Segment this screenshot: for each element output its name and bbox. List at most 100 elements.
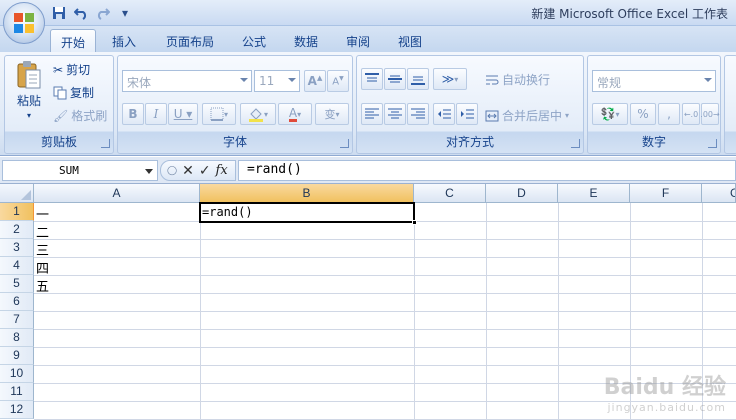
office-button[interactable]: [3, 2, 45, 44]
name-box[interactable]: SUM: [2, 160, 158, 181]
percent-style-button[interactable]: %: [630, 103, 656, 125]
row-header-6[interactable]: 6: [0, 293, 34, 311]
wrap-text-button[interactable]: 自动换行: [485, 71, 550, 88]
grow-font-button[interactable]: A▲: [304, 70, 326, 92]
grid-line: [34, 365, 736, 366]
font-group: 宋体 11 A▲ A▼ B I U ▾ ▾ ▾ A ▾ 变 ▾ 字体: [117, 55, 353, 154]
active-cell-border[interactable]: [199, 202, 417, 225]
tab-view[interactable]: 视图: [388, 29, 432, 52]
column-header-c[interactable]: C: [414, 184, 486, 203]
comma-style-button[interactable]: ,: [658, 103, 680, 125]
increase-decimal-button[interactable]: ←.0: [682, 103, 700, 125]
wrap-text-icon: [486, 75, 499, 84]
grid-line: [34, 329, 736, 330]
align-bottom-icon: [411, 76, 425, 85]
column-header-g[interactable]: G: [702, 184, 736, 203]
font-launcher-icon[interactable]: [340, 139, 349, 148]
tab-insert[interactable]: 插入: [102, 29, 146, 52]
phonetic-button[interactable]: 变 ▾: [315, 103, 349, 125]
column-header-d[interactable]: D: [486, 184, 558, 203]
number-format-combo[interactable]: 常规: [592, 70, 716, 92]
row-header-3[interactable]: 3: [0, 239, 34, 257]
tab-data[interactable]: 数据: [284, 29, 328, 52]
clipboard-launcher-icon[interactable]: [101, 139, 110, 148]
tab-formulas[interactable]: 公式: [232, 29, 276, 52]
cell-a5[interactable]: 五: [34, 275, 200, 295]
copy-button[interactable]: 复制: [53, 84, 94, 101]
bold-button[interactable]: B: [122, 103, 144, 125]
customize-qat-icon[interactable]: ▾: [116, 4, 134, 22]
align-center-button[interactable]: [384, 103, 406, 125]
dropdown-handle-icon[interactable]: ◯: [167, 166, 177, 176]
redo-icon[interactable]: [94, 4, 112, 22]
tab-home[interactable]: 开始: [50, 29, 97, 52]
row-header-11[interactable]: 11: [0, 383, 34, 401]
insert-function-icon[interactable]: fx: [216, 163, 228, 178]
tab-page-layout[interactable]: 页面布局: [156, 29, 224, 52]
percent-icon: %: [637, 107, 649, 121]
align-middle-button[interactable]: [384, 68, 406, 90]
column-header-e[interactable]: E: [558, 184, 630, 203]
save-icon[interactable]: [50, 4, 68, 22]
row-header-8[interactable]: 8: [0, 329, 34, 347]
select-all-button[interactable]: [0, 184, 34, 203]
number-launcher-icon[interactable]: [708, 139, 717, 148]
worksheet-grid[interactable]: A B C D E F G 1 2 3 4 5 6 7 8 9 10 11 12…: [0, 184, 736, 420]
row-header-1[interactable]: 1: [0, 203, 34, 221]
column-header-a[interactable]: A: [34, 184, 200, 203]
column-header-f[interactable]: F: [630, 184, 702, 203]
font-name-combo[interactable]: 宋体: [122, 70, 252, 92]
format-painter-button[interactable]: 🖌 格式刷: [53, 107, 107, 124]
row-header-5[interactable]: 5: [0, 275, 34, 293]
row-header-9[interactable]: 9: [0, 347, 34, 365]
italic-icon: I: [153, 107, 159, 121]
paste-button[interactable]: 粘贴 ▾: [11, 60, 47, 120]
italic-button[interactable]: I: [145, 103, 167, 125]
decrease-decimal-button[interactable]: .00→: [700, 103, 720, 125]
cell-a3[interactable]: 三: [34, 239, 200, 259]
underline-button[interactable]: U ▾: [168, 103, 198, 125]
chevron-down-icon: [240, 78, 248, 82]
accounting-format-button[interactable]: 💱 ▾: [592, 103, 628, 125]
quick-access-toolbar: ▾: [50, 4, 134, 22]
row-header-4[interactable]: 4: [0, 257, 34, 275]
cancel-icon[interactable]: ✕: [182, 163, 194, 179]
decrease-indent-button[interactable]: [433, 103, 455, 125]
fill-handle[interactable]: [412, 220, 417, 225]
formula-input[interactable]: =rand(): [238, 160, 736, 181]
align-left-button[interactable]: [361, 103, 383, 125]
align-top-button[interactable]: [361, 68, 383, 90]
align-bottom-button[interactable]: [407, 68, 429, 90]
orientation-button[interactable]: ≫ ▾: [433, 68, 467, 90]
align-right-button[interactable]: [407, 103, 429, 125]
merge-center-button[interactable]: 合并后居中 ▾: [485, 107, 569, 124]
row-header-12[interactable]: 12: [0, 401, 34, 419]
increase-indent-icon: [461, 109, 474, 119]
formula-bar: SUM ◯ ✕ ✓ fx =rand(): [0, 157, 736, 184]
fill-color-button[interactable]: ▾: [240, 103, 276, 125]
column-header-b[interactable]: B: [200, 184, 414, 203]
alignment-launcher-icon[interactable]: [571, 139, 580, 148]
row-header-7[interactable]: 7: [0, 311, 34, 329]
cell-a2[interactable]: 二: [34, 221, 200, 241]
watermark: Baidu 经验 jingyan.baidu.com: [604, 369, 726, 414]
fill-bucket-icon: [248, 108, 263, 122]
shrink-font-button[interactable]: A▼: [327, 70, 349, 92]
cut-button[interactable]: ✂ 剪切: [53, 61, 90, 78]
formula-buttons: ◯ ✕ ✓ fx: [160, 160, 236, 181]
font-color-button[interactable]: A ▾: [278, 103, 312, 125]
ribbon-tabs: 开始 插入 页面布局 公式 数据 审阅 视图: [0, 26, 736, 52]
tab-review[interactable]: 审阅: [336, 29, 380, 52]
borders-button[interactable]: ▾: [202, 103, 236, 125]
cell-a4[interactable]: 四: [34, 257, 200, 277]
font-group-label: 字体: [222, 135, 247, 149]
font-size-combo[interactable]: 11: [254, 70, 300, 92]
cell-a1[interactable]: 一: [34, 203, 200, 223]
increase-indent-button[interactable]: [456, 103, 478, 125]
row-header-10[interactable]: 10: [0, 365, 34, 383]
undo-icon[interactable]: [72, 4, 90, 22]
currency-icon: 💱: [600, 107, 616, 121]
increase-decimal-icon: ←.0: [683, 109, 699, 119]
row-header-2[interactable]: 2: [0, 221, 34, 239]
enter-check-icon[interactable]: ✓: [199, 163, 211, 179]
